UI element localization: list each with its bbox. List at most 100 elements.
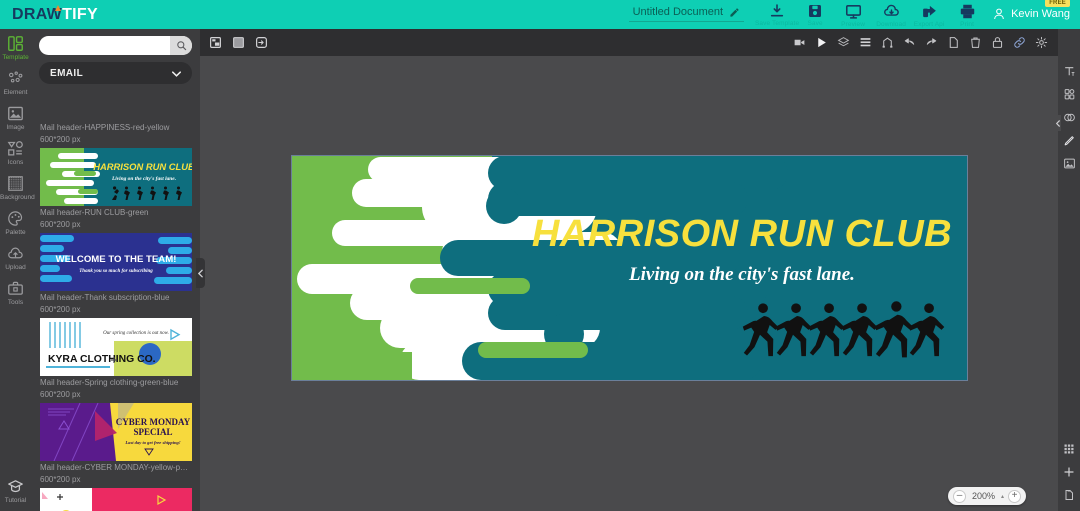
layers-icon[interactable] (837, 36, 850, 49)
sidebar-item-palette[interactable]: Palette (0, 204, 31, 239)
grid-icon[interactable] (1058, 439, 1080, 459)
save-button[interactable]: Save (796, 0, 834, 29)
save-frame-icon[interactable] (209, 36, 222, 49)
redo-icon[interactable] (925, 36, 938, 49)
template-thumbnail-runclub[interactable]: HARRISON RUN CLUB Living on the city's f… (40, 148, 192, 206)
template-name: Mail header-Spring clothing-green-blue (40, 378, 179, 387)
canvas-toolbar (200, 29, 1058, 56)
design-artwork: HARRISON RUN CLUB Living on the city's f… (292, 156, 967, 380)
print-label: Print (960, 21, 975, 28)
sidebar-label-tutorial: Tutorial (4, 497, 27, 504)
image-frame-icon[interactable] (1058, 153, 1080, 173)
text-tool-icon[interactable] (1058, 61, 1080, 81)
monitor-icon (845, 5, 861, 19)
search-button[interactable] (170, 36, 192, 55)
sidebar-label-background: Background (0, 194, 35, 201)
pencil-icon[interactable] (729, 7, 740, 18)
export-share-icon (922, 5, 936, 18)
save-template-label: Save Template (755, 20, 800, 27)
search-icon (176, 41, 186, 51)
panel-collapse-handle[interactable] (196, 258, 205, 288)
sidebar-label-template: Template (2, 54, 29, 61)
thumb-art-cyber: CYBER MONDAY SPECIAL Last day to get fre… (40, 403, 192, 461)
svg-text:SPECIAL: SPECIAL (133, 427, 172, 437)
canvas-area[interactable]: HARRISON RUN CLUB Living on the city's f… (200, 29, 1058, 511)
export-api-button[interactable]: Export Api (910, 0, 948, 29)
video-icon[interactable] (793, 36, 806, 49)
sidebar-label-element: Element (3, 89, 28, 96)
settings-gear-icon[interactable] (1035, 36, 1048, 49)
insert-icon[interactable] (255, 36, 268, 49)
sidebar-item-tutorial[interactable]: Tutorial (0, 472, 31, 507)
link-icon[interactable] (1013, 36, 1026, 49)
right-tool-rail (1054, 29, 1080, 511)
sidebar-item-background[interactable]: Background (0, 169, 35, 204)
zoom-control[interactable]: – 200% ▴ + (947, 487, 1026, 505)
template-list[interactable]: Mail header-HAPPINESS-red-yellow 600*200… (31, 121, 200, 511)
sidebar-item-template[interactable]: Template (0, 29, 31, 64)
zoom-value: 200% (971, 491, 995, 501)
category-value: EMAIL (50, 67, 84, 79)
right-rail-collapse-handle[interactable] (1054, 115, 1061, 131)
document-name-text: Untitled Document (632, 6, 724, 18)
square-fill-icon[interactable] (232, 36, 245, 49)
design-title: HARRISON RUN CLUB (532, 213, 952, 255)
zoom-caret-icon[interactable]: ▴ (1001, 493, 1004, 500)
copy-icon[interactable] (947, 36, 960, 49)
search-box[interactable] (39, 36, 200, 55)
template-size: 600*200 px (40, 135, 81, 144)
filter-icon[interactable] (1058, 107, 1080, 127)
print-button[interactable]: Print (948, 0, 986, 29)
design-canvas[interactable]: HARRISON RUN CLUB Living on the city's f… (291, 155, 968, 381)
zoom-in-button[interactable]: + (1008, 489, 1021, 503)
duplicate-page-icon[interactable] (1058, 485, 1080, 505)
plus-icon[interactable] (1058, 462, 1080, 482)
template-name: Mail header-CYBER MONDAY-yellow-purple-r… (40, 463, 191, 472)
download-button[interactable]: Download (872, 0, 910, 29)
sidebar-item-tools[interactable]: Tools (0, 274, 31, 309)
category-dropdown[interactable]: EMAIL (39, 62, 192, 84)
thumb-art-blowout: BLACK FRIDAY BLOWOUT Promos and discount… (40, 488, 192, 511)
sidebar-item-upload[interactable]: Upload (0, 239, 31, 274)
lock-icon[interactable] (991, 36, 1004, 49)
save-label: Save (807, 20, 823, 27)
template-thumbnail-spring[interactable]: Our spring collection is out now. KYRA C… (40, 318, 192, 376)
align-list-icon[interactable] (859, 36, 872, 49)
export-api-label: Export Api (913, 21, 945, 28)
save-template-button[interactable]: Save Template (755, 0, 800, 29)
user-account[interactable]: Kevin Wang FREE (992, 0, 1070, 21)
layers-panel-icon[interactable] (1058, 84, 1080, 104)
svg-text:CYBER MONDAY: CYBER MONDAY (116, 417, 191, 427)
undo-icon[interactable] (903, 36, 916, 49)
top-bar: DRAWTIFY Untitled Document Save Template (0, 0, 1080, 29)
plan-badge: FREE (1045, 0, 1070, 7)
background-pattern-icon (8, 176, 23, 191)
image-icon (8, 106, 23, 121)
trash-icon[interactable] (969, 36, 982, 49)
pen-edit-icon[interactable] (1058, 130, 1080, 150)
graduation-cap-icon (8, 480, 23, 493)
sidebar-label-image: Image (6, 124, 25, 131)
drawtify-editor-window: DRAWTIFY Untitled Document Save Template (0, 0, 1080, 511)
app-logo[interactable]: DRAWTIFY (12, 4, 98, 24)
template-name: Mail header-Thank subscription-blue (40, 293, 170, 302)
template-size: 600*200 px (40, 390, 81, 399)
template-thumbnail-cyber[interactable]: CYBER MONDAY SPECIAL Last day to get fre… (40, 403, 192, 461)
document-name-field[interactable]: Untitled Document (628, 4, 745, 22)
preview-button[interactable]: Preview (834, 0, 872, 29)
search-area (31, 29, 200, 55)
template-icon (8, 36, 23, 51)
group-icon[interactable] (881, 36, 894, 49)
user-name: Kevin Wang (1011, 8, 1070, 20)
zoom-out-button[interactable]: – (952, 489, 966, 503)
sidebar-item-icons[interactable]: Icons (0, 134, 31, 169)
sidebar-item-element[interactable]: Element (0, 64, 31, 99)
download-label: Download (876, 21, 906, 28)
template-size: 600*200 px (40, 220, 81, 229)
design-subtitle: Living on the city's fast lane. (628, 264, 855, 285)
play-icon[interactable] (815, 36, 828, 49)
sidebar-label-tools: Tools (7, 299, 24, 306)
template-thumbnail-thanks[interactable]: WELCOME TO THE TEAM! Thank you so much f… (40, 233, 192, 291)
template-thumbnail-blowout[interactable]: BLACK FRIDAY BLOWOUT Promos and discount… (40, 488, 192, 511)
sidebar-item-image[interactable]: Image (0, 99, 31, 134)
